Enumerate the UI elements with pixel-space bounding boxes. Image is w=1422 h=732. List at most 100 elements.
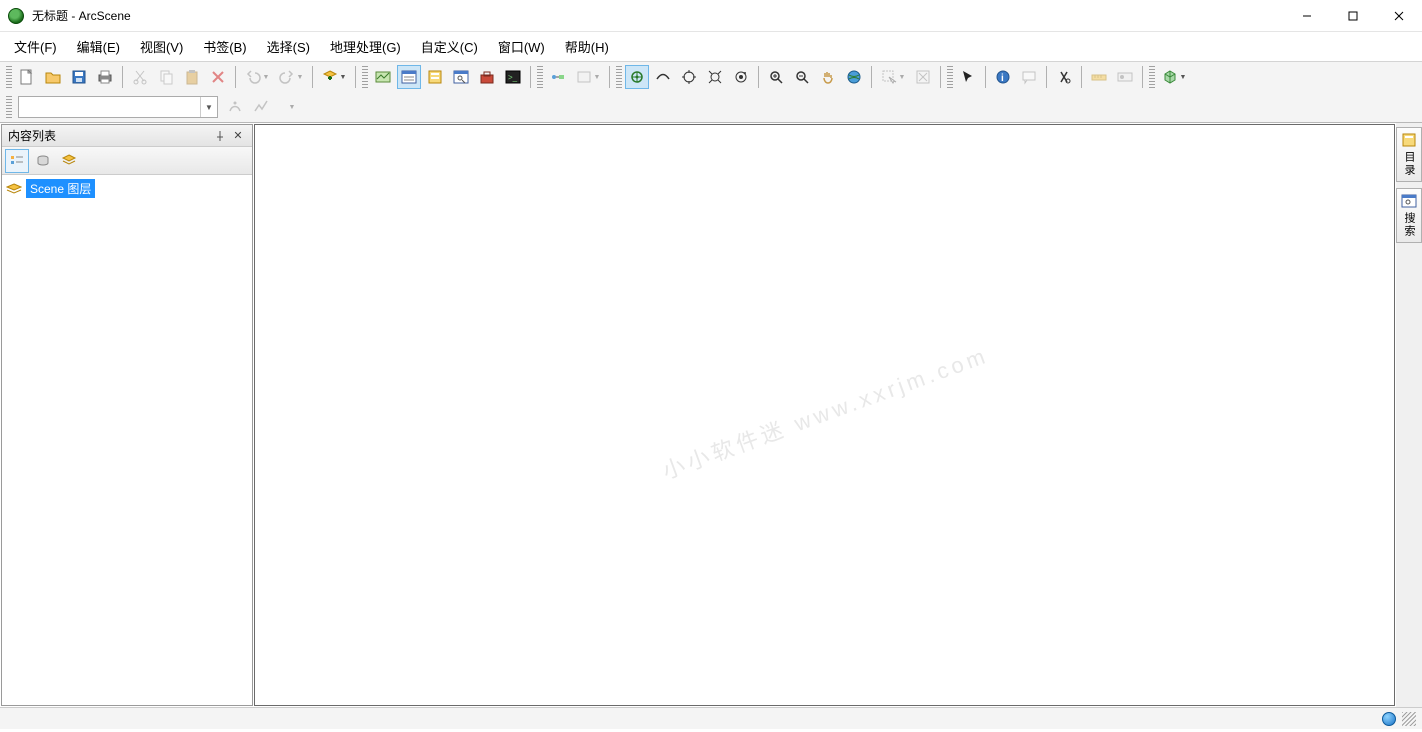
menu-view[interactable]: 视图(V) <box>130 33 193 60</box>
menu-window[interactable]: 窗口(W) <box>488 33 555 60</box>
toc-toolbar <box>2 147 252 175</box>
catalog-tab-label: 目录 <box>1401 151 1417 177</box>
catalog-tab[interactable]: 目录 <box>1396 127 1422 182</box>
center-on-target-button[interactable] <box>677 65 701 89</box>
paste-button[interactable] <box>180 65 204 89</box>
toolbar-separator <box>758 66 759 88</box>
toc-panel: 内容列表 ✕ Scene 图层 <box>1 124 253 706</box>
toolbar-separator <box>1046 66 1047 88</box>
measure-button[interactable] <box>1087 65 1111 89</box>
save-button[interactable] <box>67 65 91 89</box>
toolbar-row-2: ▼ ▼ <box>0 92 1422 122</box>
html-popup-button[interactable] <box>1017 65 1041 89</box>
minimize-button[interactable] <box>1284 0 1330 32</box>
list-by-source-icon[interactable] <box>31 149 55 173</box>
select-features-button[interactable]: ▼ <box>877 65 909 89</box>
toolbar-grip[interactable] <box>537 66 543 88</box>
resize-grip[interactable] <box>1402 712 1416 726</box>
toolbar-separator <box>940 66 941 88</box>
zoom-to-target-button[interactable] <box>703 65 727 89</box>
menu-customize[interactable]: 自定义(C) <box>411 33 488 60</box>
close-panel-icon[interactable]: ✕ <box>230 128 246 144</box>
search-tab-label: 搜索 <box>1401 212 1417 238</box>
title-bar: 无标题 - ArcScene <box>0 0 1422 32</box>
new-button[interactable] <box>15 65 39 89</box>
search-tab-icon <box>1401 193 1417 209</box>
toolbar-grip[interactable] <box>6 96 12 118</box>
svg-text:i: i <box>1001 73 1004 84</box>
open-button[interactable] <box>41 65 65 89</box>
window-title: 无标题 - ArcScene <box>32 7 131 24</box>
catalog-window-button[interactable] <box>423 65 447 89</box>
select-elements-pointer[interactable] <box>956 65 980 89</box>
add-data-button[interactable]: ▼ <box>318 65 350 89</box>
toc-title: 内容列表 <box>8 127 56 144</box>
navigate-button[interactable] <box>625 65 649 89</box>
redo-button[interactable]: ▼ <box>275 65 307 89</box>
toolbar-grip[interactable] <box>362 66 368 88</box>
list-by-drawing-order-icon[interactable] <box>5 149 29 173</box>
svg-text:>_: >_ <box>508 73 518 82</box>
menu-selection[interactable]: 选择(S) <box>257 33 320 60</box>
set-observer-button[interactable] <box>729 65 753 89</box>
toolbar-grip[interactable] <box>1149 66 1155 88</box>
cut-button[interactable] <box>128 65 152 89</box>
maximize-button[interactable] <box>1330 0 1376 32</box>
clear-selection-button[interactable] <box>911 65 935 89</box>
tree-root-item[interactable]: Scene 图层 <box>6 179 248 198</box>
toolbar-row-1: ▼ ▼ ▼ >_ ▼ ▼ i <box>0 62 1422 92</box>
fly-button[interactable] <box>651 65 675 89</box>
tree-root-label: Scene 图层 <box>26 179 95 198</box>
menu-file[interactable]: 文件(F) <box>4 33 67 60</box>
pin-icon[interactable] <box>212 128 228 144</box>
toc-tree[interactable]: Scene 图层 <box>2 175 252 705</box>
toolbar-separator <box>871 66 872 88</box>
chevron-down-icon[interactable]: ▼ <box>200 97 217 117</box>
search-window-button[interactable] <box>449 65 473 89</box>
layer-combo[interactable]: ▼ <box>18 96 218 118</box>
options-dropdown[interactable]: ▼ <box>275 95 307 119</box>
window-controls <box>1284 0 1422 32</box>
zoom-out-button[interactable] <box>790 65 814 89</box>
3d-analyst-icon[interactable] <box>249 95 273 119</box>
undo-button[interactable]: ▼ <box>241 65 273 89</box>
layer-combo-input[interactable] <box>19 100 200 114</box>
status-bar <box>0 707 1422 729</box>
full-extent-button[interactable] <box>842 65 866 89</box>
results-button[interactable]: ▼ <box>572 65 604 89</box>
python-window-button[interactable]: >_ <box>501 65 525 89</box>
toolbar-grip[interactable] <box>6 66 12 88</box>
network-analyst-icon[interactable] <box>223 95 247 119</box>
toolbar-area: ▼ ▼ ▼ >_ ▼ ▼ i <box>0 62 1422 123</box>
copy-button[interactable] <box>154 65 178 89</box>
pan-button[interactable] <box>816 65 840 89</box>
toolbar-grip[interactable] <box>947 66 953 88</box>
menu-edit[interactable]: 编辑(E) <box>67 33 130 60</box>
search-tab[interactable]: 搜索 <box>1396 188 1422 243</box>
layers-icon <box>6 183 22 195</box>
close-button[interactable] <box>1376 0 1422 32</box>
3d-effects-button[interactable]: ▼ <box>1158 65 1190 89</box>
zoom-in-button[interactable] <box>764 65 788 89</box>
scene-view[interactable]: 小小软件迷 www.xxrjm.com <box>254 124 1395 706</box>
menu-help[interactable]: 帮助(H) <box>555 33 619 60</box>
toolbar-separator <box>122 66 123 88</box>
toolbar-separator <box>355 66 356 88</box>
delete-button[interactable] <box>206 65 230 89</box>
menu-geoprocessing[interactable]: 地理处理(G) <box>320 33 411 60</box>
identify-button[interactable]: i <box>991 65 1015 89</box>
list-by-selection-icon[interactable] <box>57 149 81 173</box>
toolbox-button[interactable] <box>475 65 499 89</box>
print-button[interactable] <box>93 65 117 89</box>
main-area: 内容列表 ✕ Scene 图层 小小软件迷 www.xxrjm.com 目录 搜… <box>0 123 1422 707</box>
toc-header: 内容列表 ✕ <box>2 125 252 147</box>
model-builder-button[interactable] <box>546 65 570 89</box>
scene-properties-icon[interactable] <box>371 65 395 89</box>
find-button[interactable] <box>1052 65 1076 89</box>
toc-window-button[interactable] <box>397 65 421 89</box>
menu-bookmarks[interactable]: 书签(B) <box>193 33 256 60</box>
toolbar-grip[interactable] <box>616 66 622 88</box>
toolbar-separator <box>235 66 236 88</box>
time-slider-button[interactable] <box>1113 65 1137 89</box>
app-icon <box>8 8 24 24</box>
